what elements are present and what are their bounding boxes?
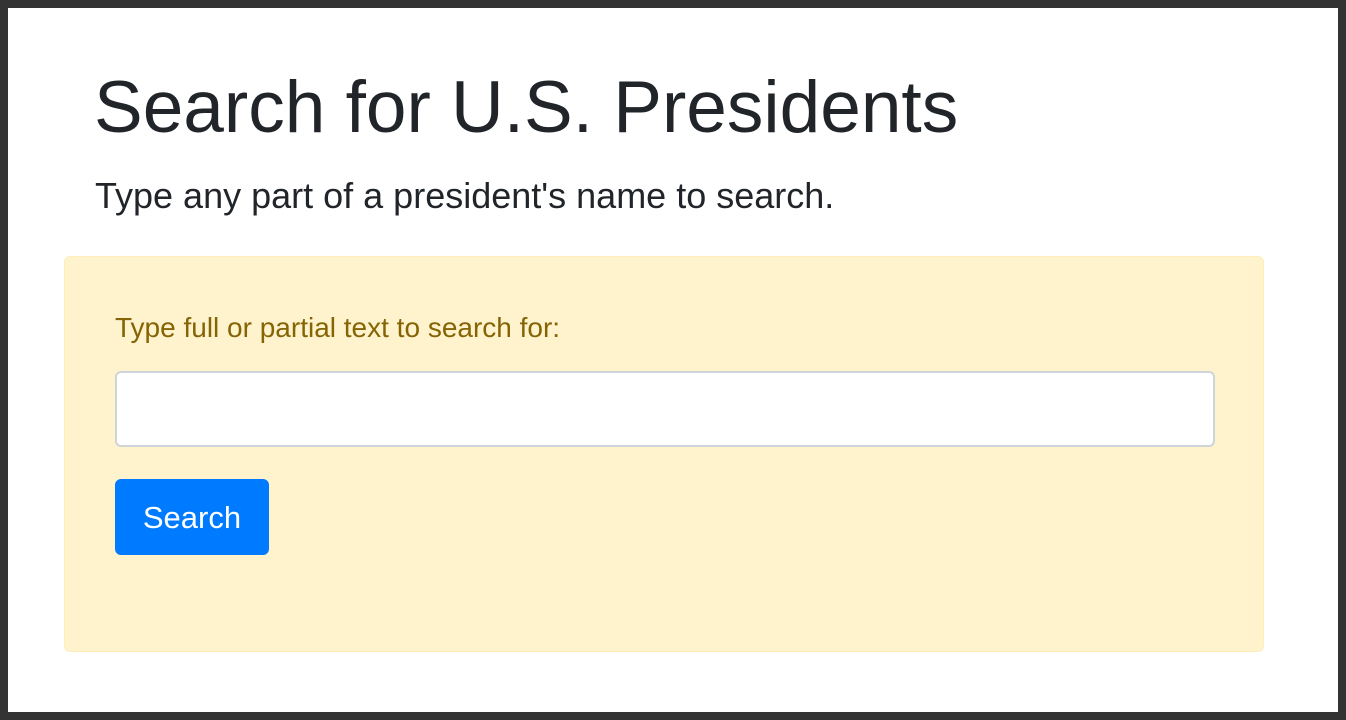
search-label: Type full or partial text to search for:	[115, 312, 561, 343]
page-title: Search for U.S. Presidents	[94, 67, 959, 148]
page-frame: Search for U.S. Presidents Type any part…	[8, 8, 1338, 712]
search-input[interactable]	[115, 371, 1215, 447]
search-panel: Type full or partial text to search for:…	[64, 256, 1264, 652]
search-button[interactable]: Search	[115, 479, 269, 555]
page-subtitle: Type any part of a president's name to s…	[95, 175, 835, 216]
